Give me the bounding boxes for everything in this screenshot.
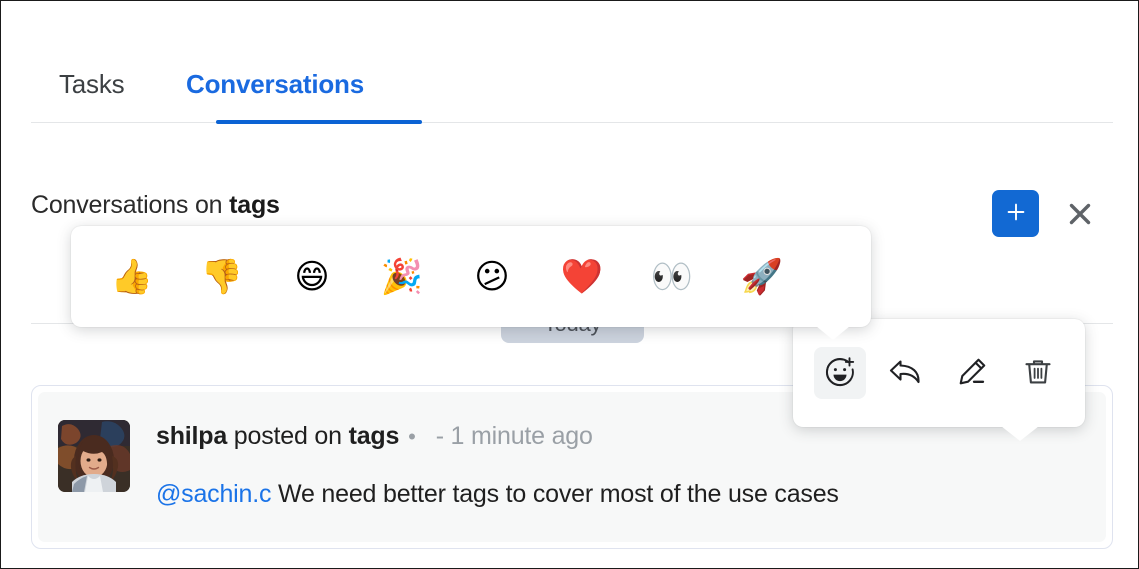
- tab-tasks[interactable]: Tasks: [59, 69, 125, 122]
- emoji-red-heart[interactable]: ❤️: [537, 242, 627, 312]
- edit-button[interactable]: [946, 347, 998, 399]
- add-conversation-button[interactable]: [992, 190, 1039, 237]
- reply-button[interactable]: [880, 347, 932, 399]
- add-reaction-icon: [823, 355, 857, 392]
- close-icon: [1065, 199, 1095, 232]
- post-author[interactable]: shilpa: [156, 422, 227, 450]
- post-mention[interactable]: @sachin.c: [156, 480, 271, 508]
- tab-conversations-label: Conversations: [186, 69, 365, 99]
- emoji-grinning-face[interactable]: 😄: [267, 242, 357, 312]
- active-tab-indicator: [216, 120, 422, 124]
- emoji-confused-face[interactable]: 😕: [447, 242, 537, 312]
- tab-bar: Tasks Conversations: [31, 49, 1113, 124]
- emoji-party-popper[interactable]: 🎉: [357, 242, 447, 312]
- page-title-subject: tags: [229, 191, 280, 219]
- post-action-text: posted on: [227, 422, 349, 450]
- avatar: [58, 420, 130, 492]
- post-body: @sachin.c We need better tags to cover m…: [156, 480, 839, 509]
- post-body-text: We need better tags to cover most of the…: [271, 480, 839, 508]
- edit-icon: [955, 355, 989, 392]
- emoji-thumbs-down[interactable]: 👎: [177, 242, 267, 312]
- add-reaction-button[interactable]: [814, 347, 866, 399]
- emoji-rocket[interactable]: 🚀: [717, 242, 807, 312]
- delete-icon: [1021, 355, 1055, 392]
- emoji-list: 👍 👎 😄 🎉 😕 ❤️ 👀 🚀: [71, 242, 871, 312]
- conversations-panel: Tasks Conversations Conversations on tag…: [0, 0, 1139, 569]
- delete-button[interactable]: [1012, 347, 1064, 399]
- plus-icon: [1004, 200, 1028, 227]
- page-title: Conversations on tags: [31, 191, 280, 220]
- emoji-eyes[interactable]: 👀: [627, 242, 717, 312]
- emoji-thumbs-up[interactable]: 👍: [87, 242, 177, 312]
- tab-tasks-label: Tasks: [59, 69, 125, 99]
- close-button[interactable]: [1058, 193, 1102, 237]
- emoji-picker-popover: 👍 👎 😄 🎉 😕 ❤️ 👀 🚀: [71, 226, 871, 340]
- post-meta-separator: •: [408, 424, 416, 449]
- post-meta: shilpa posted on tags • - 1 minute ago: [156, 422, 593, 451]
- tab-conversations[interactable]: Conversations: [186, 69, 364, 122]
- post-target[interactable]: tags: [349, 422, 400, 450]
- reply-icon: [888, 355, 924, 392]
- post-timestamp: - 1 minute ago: [435, 422, 593, 450]
- page-title-prefix: Conversations on: [31, 191, 230, 219]
